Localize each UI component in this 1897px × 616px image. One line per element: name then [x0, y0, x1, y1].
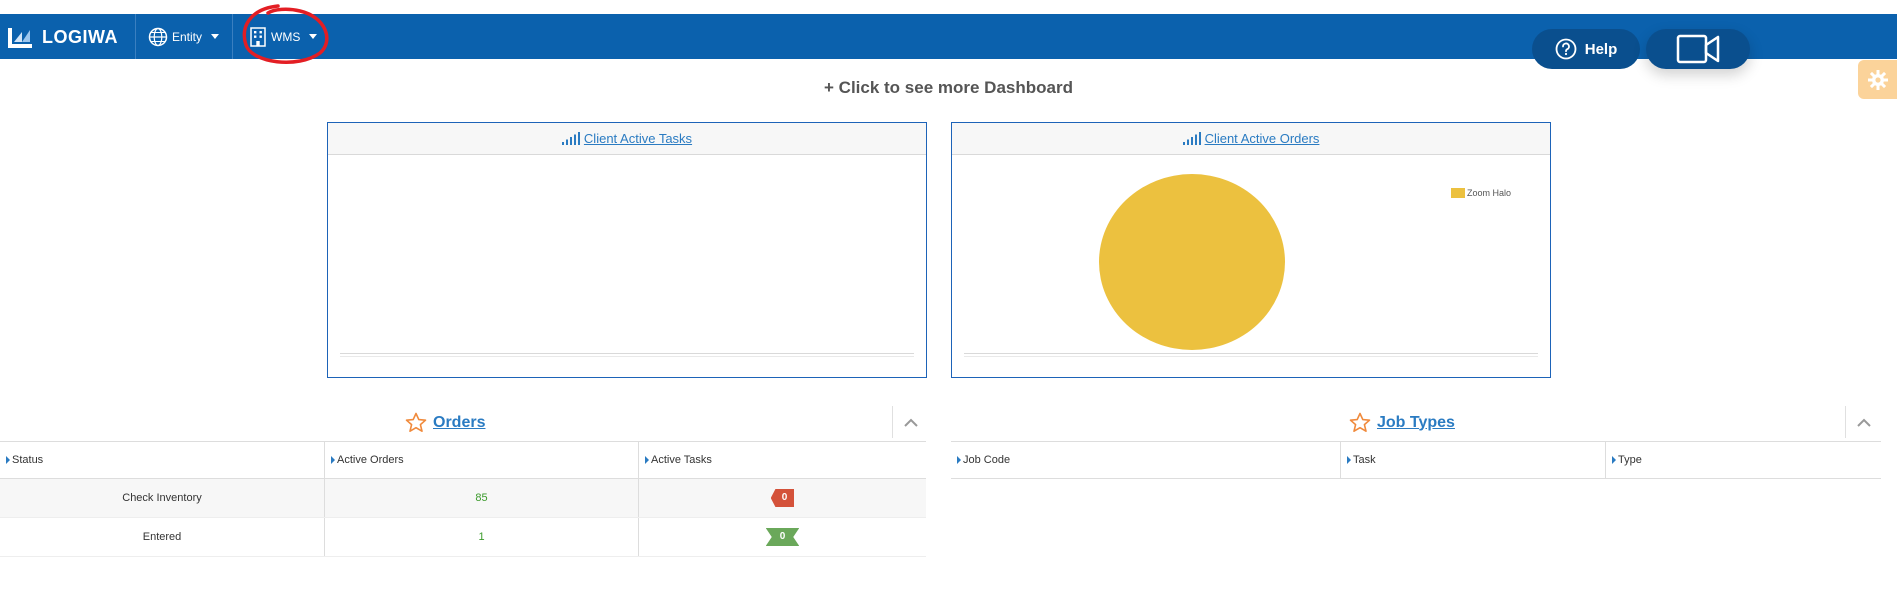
active-tasks-cell: 0 [638, 478, 926, 518]
logiwa-logo-icon [8, 28, 32, 48]
entity-dropdown[interactable]: Entity [148, 14, 220, 59]
more-dashboard-link[interactable]: + Click to see more Dashboard [0, 78, 1897, 98]
sort-icon [1612, 456, 1616, 465]
column-header-type[interactable]: Type [1605, 441, 1881, 479]
job-types-section-title[interactable]: Job Types [1349, 412, 1455, 433]
globe-icon [148, 27, 168, 46]
column-header-active-orders[interactable]: Active Orders [324, 441, 639, 479]
star-icon[interactable] [405, 412, 427, 433]
table-row[interactable]: Check Inventory 85 0 [0, 478, 926, 518]
orders-section-title[interactable]: Orders [405, 412, 485, 433]
nav-divider [135, 14, 136, 59]
video-button[interactable] [1646, 29, 1750, 69]
status-cell: Entered [0, 517, 325, 557]
orders-table: Status Active Orders Active Tasks Check … [0, 441, 926, 557]
legend-label: Zoom Halo [1467, 188, 1512, 198]
job-types-collapse-button[interactable] [1845, 406, 1882, 438]
red-circle-annotation [242, 4, 329, 65]
chevron-up-icon [904, 418, 918, 427]
pie-legend: Zoom Halo [1451, 188, 1511, 198]
client-active-tasks-panel: Client Active Tasks [327, 122, 927, 378]
nav-divider [232, 14, 233, 59]
logiwa-logo[interactable]: LOGIWA [8, 24, 118, 50]
active-orders-cell[interactable]: 85 [324, 478, 639, 518]
orders-title: Orders [433, 413, 486, 431]
orders-collapse-button[interactable] [892, 406, 929, 438]
chevron-down-icon [211, 34, 220, 39]
active-tasks-badge[interactable]: 0 [770, 489, 795, 507]
help-label: Help [1584, 40, 1618, 58]
sort-icon [331, 456, 335, 465]
logo-text: LOGIWA [42, 26, 118, 47]
job-types-table: Job Code Task Type [951, 441, 1881, 479]
sort-icon [6, 456, 10, 465]
video-camera-icon [1676, 34, 1720, 64]
chevron-up-icon [1857, 418, 1871, 427]
star-icon[interactable] [1349, 412, 1371, 433]
help-button[interactable]: Help [1532, 29, 1640, 69]
job-types-title: Job Types [1377, 413, 1455, 431]
active-tasks-cell: 0 [638, 517, 926, 557]
sort-icon [645, 456, 649, 465]
panel-title-tasks[interactable]: Client Active Tasks [584, 131, 692, 146]
panel-title-orders[interactable]: Client Active Orders [1205, 131, 1320, 146]
column-header-job-code[interactable]: Job Code [951, 441, 1341, 479]
entity-label: Entity [172, 29, 203, 44]
client-active-orders-panel: Client Active Orders Zoom Halo [951, 122, 1551, 378]
question-circle-icon [1555, 38, 1577, 60]
panel-header: Client Active Tasks [328, 123, 926, 155]
status-cell: Check Inventory [0, 478, 325, 518]
column-header-task[interactable]: Task [1340, 441, 1606, 479]
column-header-status[interactable]: Status [0, 441, 325, 479]
sort-icon [957, 456, 961, 465]
active-orders-cell[interactable]: 1 [324, 517, 639, 557]
signal-bars-icon [1182, 132, 1201, 145]
pie-slice-0[interactable] [1099, 174, 1285, 350]
column-header-active-tasks[interactable]: Active Tasks [638, 441, 926, 479]
signal-bars-icon [561, 132, 580, 145]
panel-header: Client Active Orders [952, 123, 1550, 155]
chart-baseline [340, 353, 914, 357]
table-row[interactable]: Entered 1 0 [0, 517, 926, 557]
legend-swatch [1451, 188, 1465, 198]
chart-baseline [964, 353, 1538, 357]
sort-icon [1347, 456, 1351, 465]
active-tasks-badge[interactable]: 0 [765, 528, 800, 546]
